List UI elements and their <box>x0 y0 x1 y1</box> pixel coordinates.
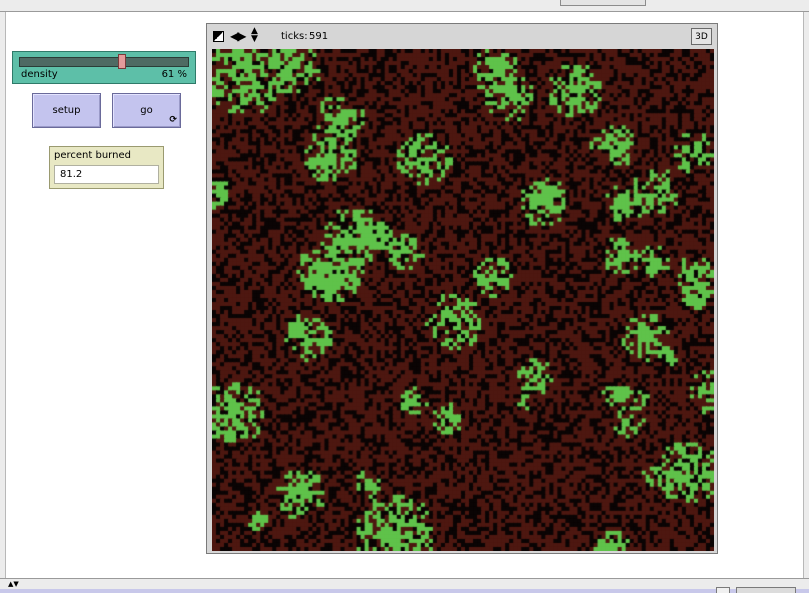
slider-thumb[interactable] <box>117 54 126 69</box>
ticks-value: 591 <box>309 31 329 42</box>
netlogo-interface: density 61 % setup go ⟳ percent burned 8… <box>0 0 809 593</box>
world-view: ◀▶ ▲ ▼ ticks: 591 3D <box>206 23 718 554</box>
slider-track[interactable] <box>19 57 189 67</box>
top-toolbar-strip <box>0 0 809 12</box>
3d-button-label: 3D <box>695 31 708 42</box>
top-toolbar-field[interactable] <box>560 0 646 6</box>
monitor-value: 81.2 <box>60 169 83 180</box>
arrows-lr-icon[interactable]: ◀▶ <box>230 29 247 43</box>
percent-burned-monitor: percent burned 81.2 <box>49 146 164 189</box>
collapse-arrows-icon[interactable]: ▲▼ <box>8 580 19 588</box>
3d-button[interactable]: 3D <box>691 28 712 45</box>
setup-button-label: setup <box>52 105 81 116</box>
monitor-value-box: 81.2 <box>54 165 159 184</box>
go-button[interactable]: go ⟳ <box>112 93 181 128</box>
monitor-label: percent burned <box>54 150 131 161</box>
half-icon[interactable] <box>213 31 224 42</box>
world-canvas[interactable] <box>212 49 714 551</box>
command-center-bar <box>0 589 809 593</box>
bottom-command-strip: ▲▼ <box>0 578 809 593</box>
command-clear-box[interactable] <box>736 587 796 593</box>
density-slider[interactable]: density 61 % <box>12 51 196 84</box>
arrows-ud-icon[interactable]: ▲ ▼ <box>251 27 258 44</box>
command-option-box[interactable] <box>716 587 730 593</box>
slider-label: density <box>21 69 58 80</box>
left-scroll-edge <box>0 12 6 578</box>
forever-icon: ⟳ <box>169 115 177 125</box>
ticks-label: ticks: <box>281 31 308 42</box>
setup-button[interactable]: setup <box>32 93 101 128</box>
right-scroll-edge <box>803 12 809 578</box>
slider-value: 61 % <box>161 69 187 80</box>
view-toolbar: ◀▶ ▲ ▼ ticks: 591 3D <box>207 24 717 48</box>
go-button-label: go <box>140 105 153 116</box>
